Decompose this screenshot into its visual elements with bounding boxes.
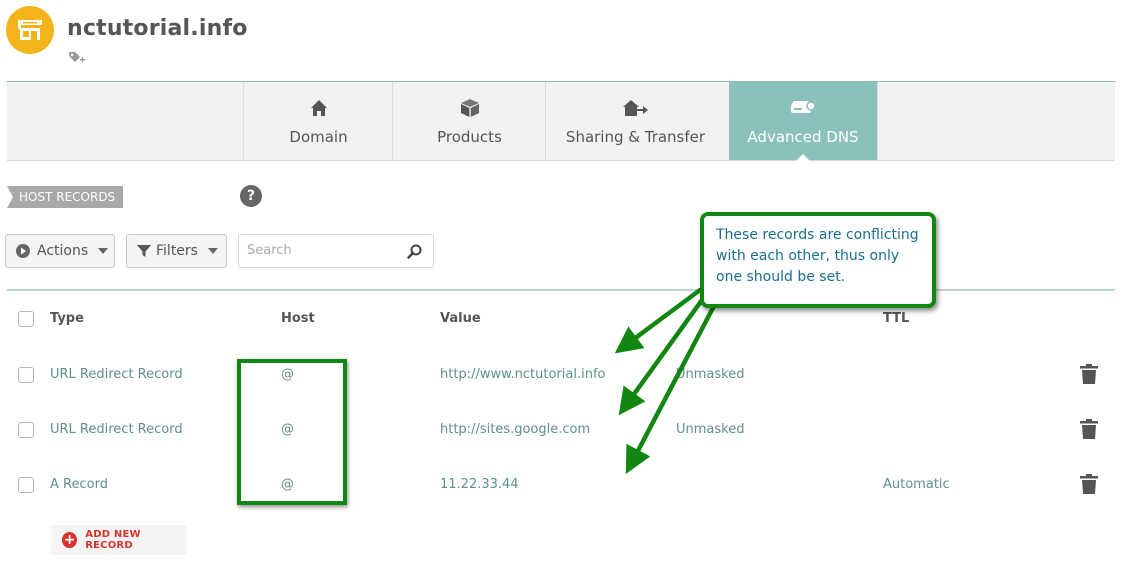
- annotation-arrows: [614, 287, 717, 474]
- annotation-callout: These records are conflicting with each …: [700, 212, 936, 308]
